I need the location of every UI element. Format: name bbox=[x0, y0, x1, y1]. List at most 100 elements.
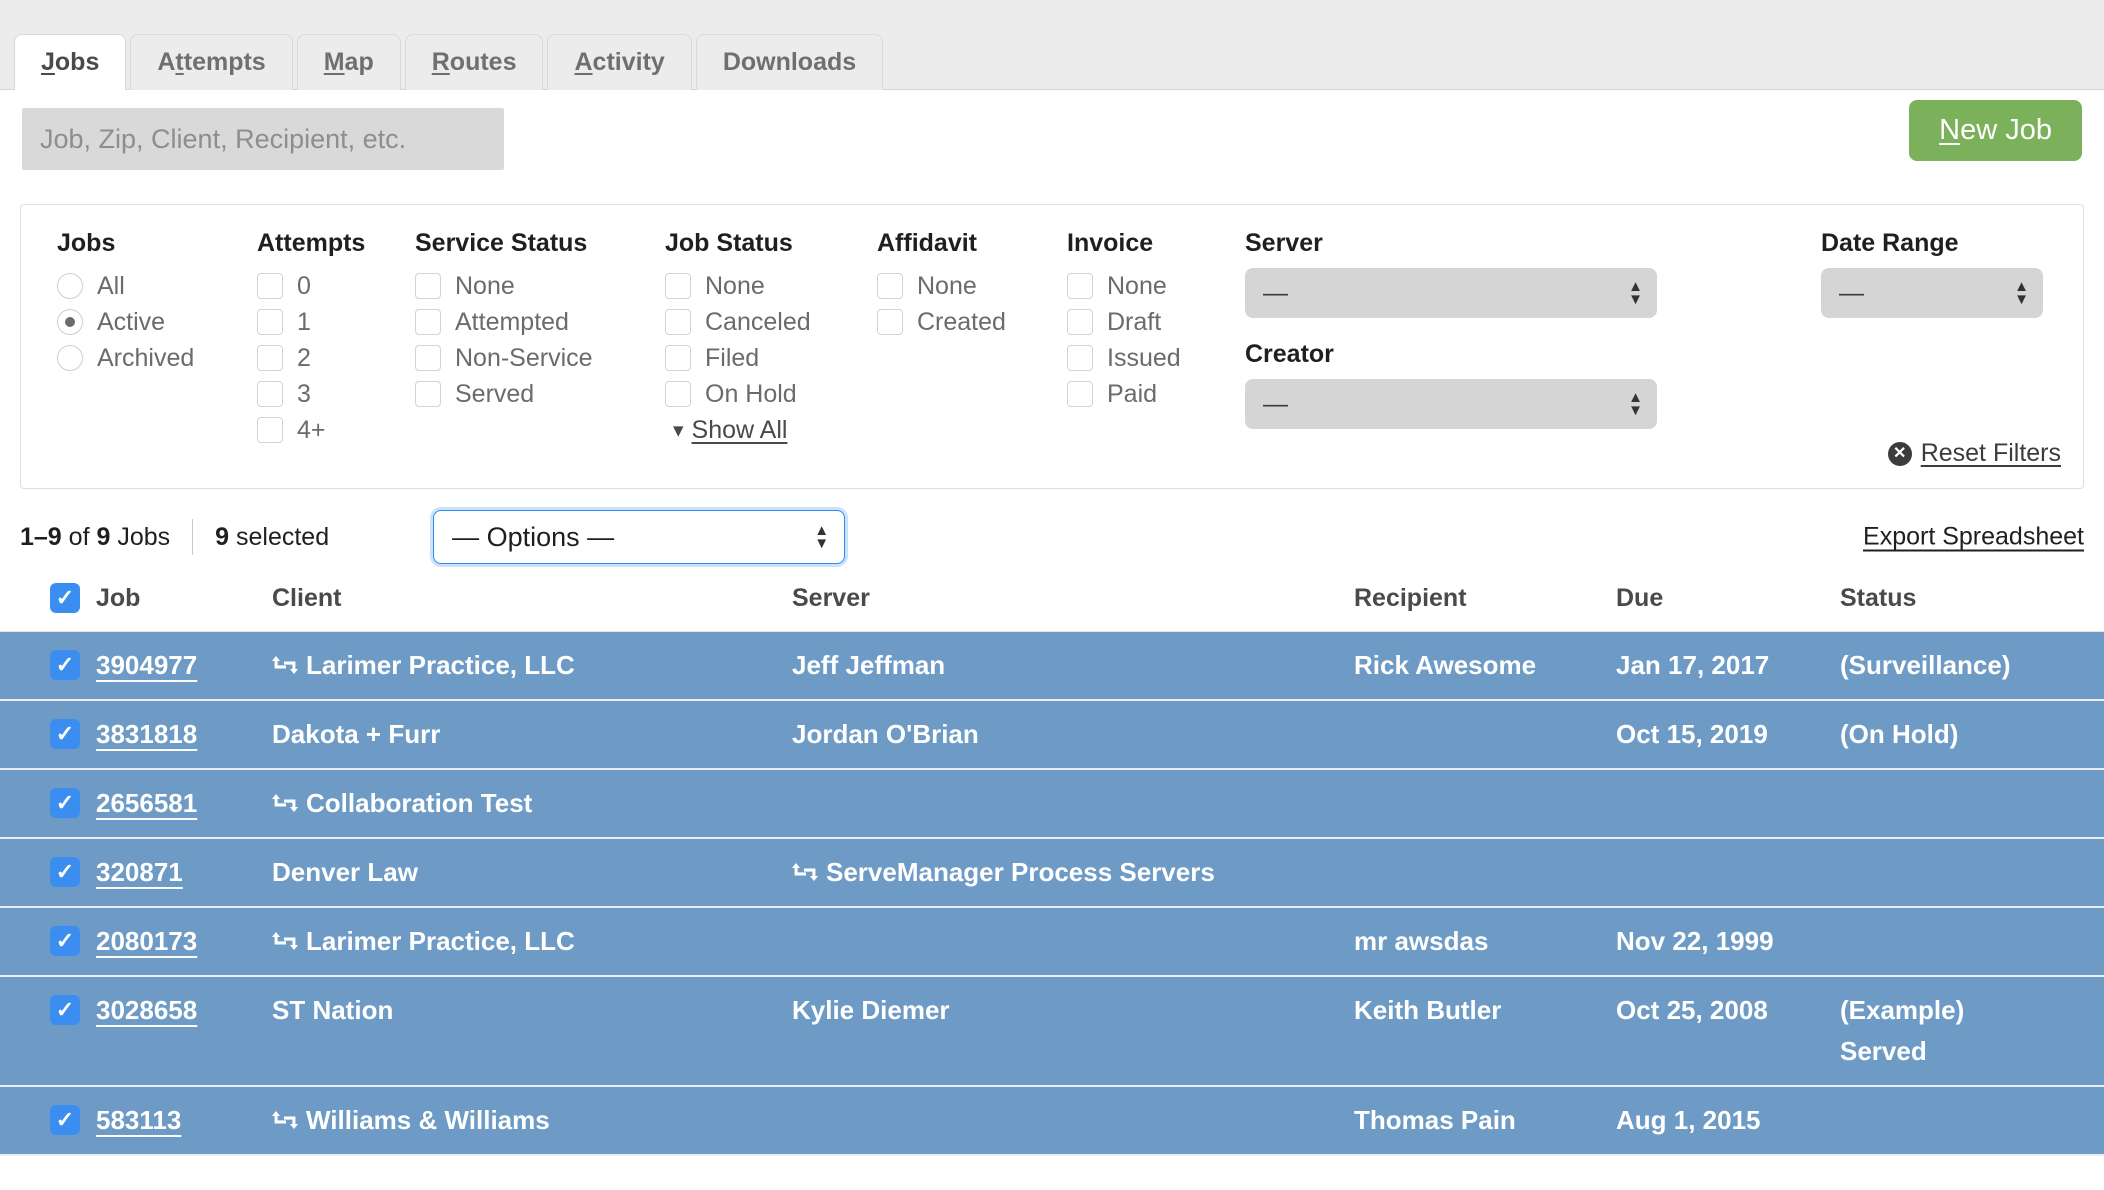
row-checkbox[interactable]: ✓ bbox=[50, 926, 80, 956]
table-row[interactable]: ✓ 3904977 Larimer Practice, LLC Jeff Jeffma… bbox=[0, 631, 2104, 700]
filter-option-service-none[interactable]: None bbox=[415, 268, 593, 304]
checkbox-job-none[interactable] bbox=[665, 273, 691, 299]
tab-downloads[interactable]: Downloads bbox=[695, 34, 884, 90]
filter-option-attempts-3[interactable]: 3 bbox=[257, 376, 365, 412]
checkbox-service-non-service[interactable] bbox=[415, 345, 441, 371]
date-range-select-wrapper[interactable]: — ▲ ▼ bbox=[1821, 268, 2043, 318]
export-spreadsheet-link[interactable]: Export Spreadsheet bbox=[1863, 523, 2084, 552]
job-number-link[interactable]: 320871 bbox=[96, 857, 183, 887]
filter-title-jobs: Jobs bbox=[57, 229, 116, 257]
job-number-link[interactable]: 3831818 bbox=[96, 719, 197, 749]
checkbox-invoice-issued[interactable] bbox=[1067, 345, 1093, 371]
reset-filters-label: Reset Filters bbox=[1920, 439, 2061, 467]
filter-option-invoice-issued[interactable]: Issued bbox=[1067, 340, 1181, 376]
filter-group-service-status: Service Status None Attempted Non-Servic… bbox=[415, 229, 593, 412]
row-client-name: Williams & Williams bbox=[306, 1105, 550, 1135]
filter-option-job-canceled[interactable]: Canceled bbox=[665, 304, 811, 340]
tab-map[interactable]: Map bbox=[296, 34, 401, 90]
checkbox-invoice-paid[interactable] bbox=[1067, 381, 1093, 407]
row-due-date: Oct 25, 2008 bbox=[1616, 995, 1768, 1025]
row-job-cell: 320871 bbox=[96, 838, 272, 907]
job-number-link[interactable]: 2080173 bbox=[96, 926, 197, 956]
creator-select-wrapper[interactable]: — ▲ ▼ bbox=[1245, 379, 1657, 429]
options-select-wrapper[interactable]: — Options — ▲ ▼ bbox=[433, 510, 846, 564]
filter-option-invoice-draft[interactable]: Draft bbox=[1067, 304, 1181, 340]
checkbox-affidavit-none[interactable] bbox=[877, 273, 903, 299]
checkbox-service-served[interactable] bbox=[415, 381, 441, 407]
job-number-link[interactable]: 3904977 bbox=[96, 650, 197, 680]
options-select[interactable]: — Options — bbox=[433, 510, 846, 564]
table-row[interactable]: ✓ 2080173 Larimer Practice, LLC mr awsdas No… bbox=[0, 907, 2104, 976]
checkbox-attempts-2[interactable] bbox=[257, 345, 283, 371]
tab-routes[interactable]: Routes bbox=[404, 34, 544, 90]
column-header-status[interactable]: Status bbox=[1840, 575, 2104, 632]
filter-option-job-filed[interactable]: Filed bbox=[665, 340, 811, 376]
tab-activity[interactable]: Activity bbox=[547, 34, 692, 90]
filter-option-affidavit-created[interactable]: Created bbox=[877, 304, 1006, 340]
filter-option-affidavit-none[interactable]: None bbox=[877, 268, 1006, 304]
filter-option-job-on-hold[interactable]: On Hold bbox=[665, 376, 811, 412]
checkbox-job-filed[interactable] bbox=[665, 345, 691, 371]
server-select[interactable]: — bbox=[1245, 268, 1657, 318]
filter-group-server: Server — ▲ ▼ Creator — ▲ ▼ bbox=[1245, 229, 1657, 429]
row-checkbox[interactable]: ✓ bbox=[50, 788, 80, 818]
table-row[interactable]: ✓ 583113 Williams & Williams Thomas Pain Aug… bbox=[0, 1086, 2104, 1155]
filter-option-attempts-4plus[interactable]: 4+ bbox=[257, 412, 365, 448]
filter-option-jobs-all[interactable]: All bbox=[57, 268, 194, 304]
radio-all[interactable] bbox=[57, 273, 83, 299]
checkbox-invoice-none[interactable] bbox=[1067, 273, 1093, 299]
checkbox-service-attempted[interactable] bbox=[415, 309, 441, 335]
checkbox-job-canceled[interactable] bbox=[665, 309, 691, 335]
filter-option-invoice-none[interactable]: None bbox=[1067, 268, 1181, 304]
checkbox-affidavit-created[interactable] bbox=[877, 309, 903, 335]
search-input[interactable] bbox=[22, 108, 504, 170]
label-invoice-paid: Paid bbox=[1107, 379, 1158, 408]
job-number-link[interactable]: 2656581 bbox=[96, 788, 197, 818]
checkbox-job-on-hold[interactable] bbox=[665, 381, 691, 407]
table-row[interactable]: ✓ 2656581 Collaboration Test bbox=[0, 769, 2104, 838]
filter-option-attempts-1[interactable]: 1 bbox=[257, 304, 365, 340]
reset-filters-button[interactable]: ✕ Reset Filters bbox=[1887, 439, 2061, 468]
filter-option-attempts-0[interactable]: 0 bbox=[257, 268, 365, 304]
row-checkbox[interactable]: ✓ bbox=[50, 719, 80, 749]
select-all-checkbox[interactable]: ✓ bbox=[50, 583, 80, 613]
checkbox-invoice-draft[interactable] bbox=[1067, 309, 1093, 335]
row-server-cell: ServeManager Process Servers bbox=[792, 838, 1354, 907]
checkbox-attempts-3[interactable] bbox=[257, 381, 283, 407]
radio-archived[interactable] bbox=[57, 345, 83, 371]
radio-active[interactable] bbox=[57, 309, 83, 335]
job-number-link[interactable]: 3028658 bbox=[96, 995, 197, 1025]
checkbox-attempts-4plus[interactable] bbox=[257, 417, 283, 443]
server-select-wrapper[interactable]: — ▲ ▼ bbox=[1245, 268, 1657, 318]
filter-option-jobs-active[interactable]: Active bbox=[57, 304, 194, 340]
tab-jobs[interactable]: Jobs bbox=[14, 34, 127, 90]
row-checkbox[interactable]: ✓ bbox=[50, 1105, 80, 1135]
filter-option-service-attempted[interactable]: Attempted bbox=[415, 304, 593, 340]
column-header-job[interactable]: Job bbox=[96, 575, 272, 632]
filter-option-attempts-2[interactable]: 2 bbox=[257, 340, 365, 376]
tab-attempts[interactable]: At tempts bbox=[130, 34, 293, 90]
table-row[interactable]: ✓ 3831818 Dakota + Furr Jordan O'Brian Oct 1… bbox=[0, 700, 2104, 769]
job-number-link[interactable]: 583113 bbox=[96, 1105, 181, 1135]
filter-option-service-non-service[interactable]: Non-Service bbox=[415, 340, 593, 376]
creator-select[interactable]: — bbox=[1245, 379, 1657, 429]
filter-option-invoice-paid[interactable]: Paid bbox=[1067, 376, 1181, 412]
row-checkbox[interactable]: ✓ bbox=[50, 650, 80, 680]
show-all-toggle[interactable]: ▾ Show All bbox=[673, 416, 811, 445]
filter-option-service-served[interactable]: Served bbox=[415, 376, 593, 412]
column-header-server[interactable]: Server bbox=[792, 575, 1354, 632]
checkbox-attempts-1[interactable] bbox=[257, 309, 283, 335]
column-header-recipient[interactable]: Recipient bbox=[1354, 575, 1616, 632]
row-checkbox[interactable]: ✓ bbox=[50, 857, 80, 887]
column-header-due[interactable]: Due bbox=[1616, 575, 1840, 632]
row-checkbox[interactable]: ✓ bbox=[50, 995, 80, 1025]
table-row[interactable]: ✓ 3028658 ST Nation Kylie Diemer Keith Butle… bbox=[0, 976, 2104, 1086]
checkbox-service-none[interactable] bbox=[415, 273, 441, 299]
table-row[interactable]: ✓ 320871 Denver Law ServeManager Process Se… bbox=[0, 838, 2104, 907]
new-job-button[interactable]: New Job bbox=[1909, 100, 2082, 161]
date-range-select[interactable]: — bbox=[1821, 268, 2043, 318]
column-header-client[interactable]: Client bbox=[272, 575, 792, 632]
filter-option-jobs-archived[interactable]: Archived bbox=[57, 340, 194, 376]
checkbox-attempts-0[interactable] bbox=[257, 273, 283, 299]
filter-option-job-none[interactable]: None bbox=[665, 268, 811, 304]
